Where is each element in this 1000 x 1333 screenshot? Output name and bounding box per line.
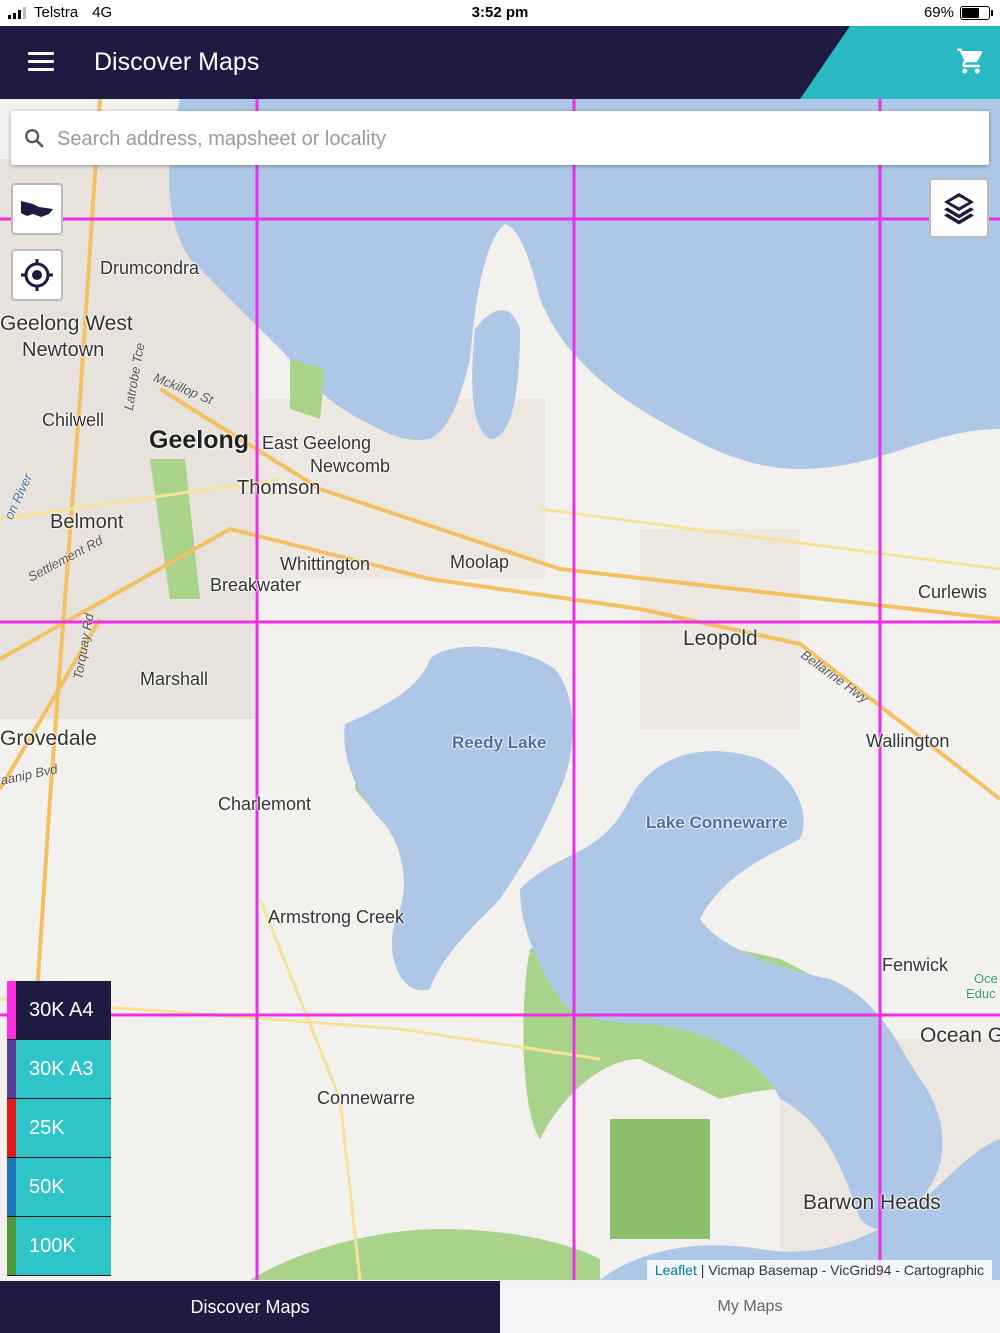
search-icon	[25, 129, 44, 148]
map-view[interactable]: Drumcondra Geelong West Newtown Chilwell…	[0, 99, 1000, 1280]
place-label: Curlewis	[918, 582, 988, 602]
place-label: Armstrong Creek	[268, 907, 405, 927]
tab-discover-maps[interactable]: Discover Maps	[0, 1281, 500, 1333]
scale-option[interactable]: 25K	[7, 1099, 111, 1158]
scale-selector: 30K A4 30K A3 25K 50K 100K	[7, 981, 111, 1276]
search-bar	[11, 111, 989, 167]
place-label: Grovedale	[0, 727, 97, 750]
place-label: Charlemont	[218, 794, 312, 814]
layers-icon	[944, 193, 974, 225]
lake-label: Reedy Lake	[452, 733, 547, 752]
leaflet-link[interactable]: Leaflet	[655, 1262, 697, 1278]
place-label: Drumcondra	[100, 258, 200, 278]
battery-percent: 69%	[923, 4, 954, 21]
scale-option-label: 30K A3	[29, 1058, 94, 1080]
lake-label: Lake Connewarre	[646, 813, 788, 832]
scale-option-label: 30K A4	[29, 999, 94, 1021]
place-label: Wallington	[866, 731, 950, 751]
place-label: Geelong	[149, 426, 250, 454]
poi-label: Educ	[966, 986, 996, 1001]
place-label: Newcomb	[310, 456, 391, 476]
victoria-outline-button[interactable]	[11, 183, 63, 235]
scale-color-swatch	[7, 1217, 16, 1275]
place-label: Ocean G	[920, 1024, 1000, 1047]
place-label: East Geelong	[262, 433, 372, 453]
battery-icon	[960, 5, 993, 20]
place-label: Newtown	[22, 339, 105, 361]
crosshair-locate-icon	[21, 259, 53, 291]
scale-option[interactable]: 100K	[7, 1217, 111, 1276]
place-label: Geelong West	[0, 312, 133, 335]
attribution-text: | Vicmap Basemap - VicGrid94 - Cartograp…	[700, 1262, 984, 1278]
map-attribution: Leaflet | Vicmap Basemap - VicGrid94 - C…	[646, 1260, 992, 1280]
page-title: Discover Maps	[94, 48, 260, 76]
scale-option-label: 25K	[29, 1117, 65, 1139]
place-label: Leopold	[683, 627, 758, 650]
scale-option-label: 100K	[29, 1235, 76, 1257]
scale-option[interactable]: 30K A3	[7, 1040, 111, 1099]
place-label: Belmont	[50, 511, 124, 533]
search-input[interactable]	[55, 111, 979, 167]
clock: 3:52 pm	[471, 4, 529, 21]
place-label: Breakwater	[210, 575, 302, 595]
app-header: Discover Maps	[0, 26, 1000, 99]
park	[610, 1119, 710, 1239]
place-label: Barwon Heads	[803, 1191, 941, 1214]
place-label: Chilwell	[42, 410, 105, 430]
hamburger-menu-icon[interactable]	[28, 52, 54, 72]
coastal-reserve	[250, 1229, 600, 1280]
tab-my-maps[interactable]: My Maps	[500, 1281, 1000, 1333]
victoria-outline-icon	[21, 201, 53, 217]
place-label: Moolap	[450, 552, 510, 572]
scale-color-swatch	[7, 1040, 16, 1098]
place-label: Thomson	[237, 477, 321, 499]
scale-color-swatch	[7, 1099, 16, 1157]
bottom-tab-bar: Discover Maps My Maps	[0, 1281, 1000, 1333]
park	[290, 359, 325, 419]
place-label: Whittington	[280, 554, 371, 574]
scale-option[interactable]: 50K	[7, 1158, 111, 1217]
layers-button[interactable]	[929, 178, 989, 238]
place-label: Connewarre	[317, 1088, 416, 1108]
shopping-cart-icon[interactable]	[956, 46, 986, 76]
scale-option[interactable]: 30K A4	[7, 981, 111, 1040]
scale-option-label: 50K	[29, 1176, 65, 1198]
scale-color-swatch	[7, 981, 16, 1039]
place-label: Marshall	[140, 669, 209, 689]
status-bar: Telstra 4G 3:52 pm 69%	[0, 0, 1000, 26]
scale-color-swatch	[7, 1158, 16, 1216]
poi-label: Oce	[974, 971, 998, 986]
locate-button[interactable]	[11, 249, 63, 301]
place-label: Fenwick	[882, 955, 949, 975]
